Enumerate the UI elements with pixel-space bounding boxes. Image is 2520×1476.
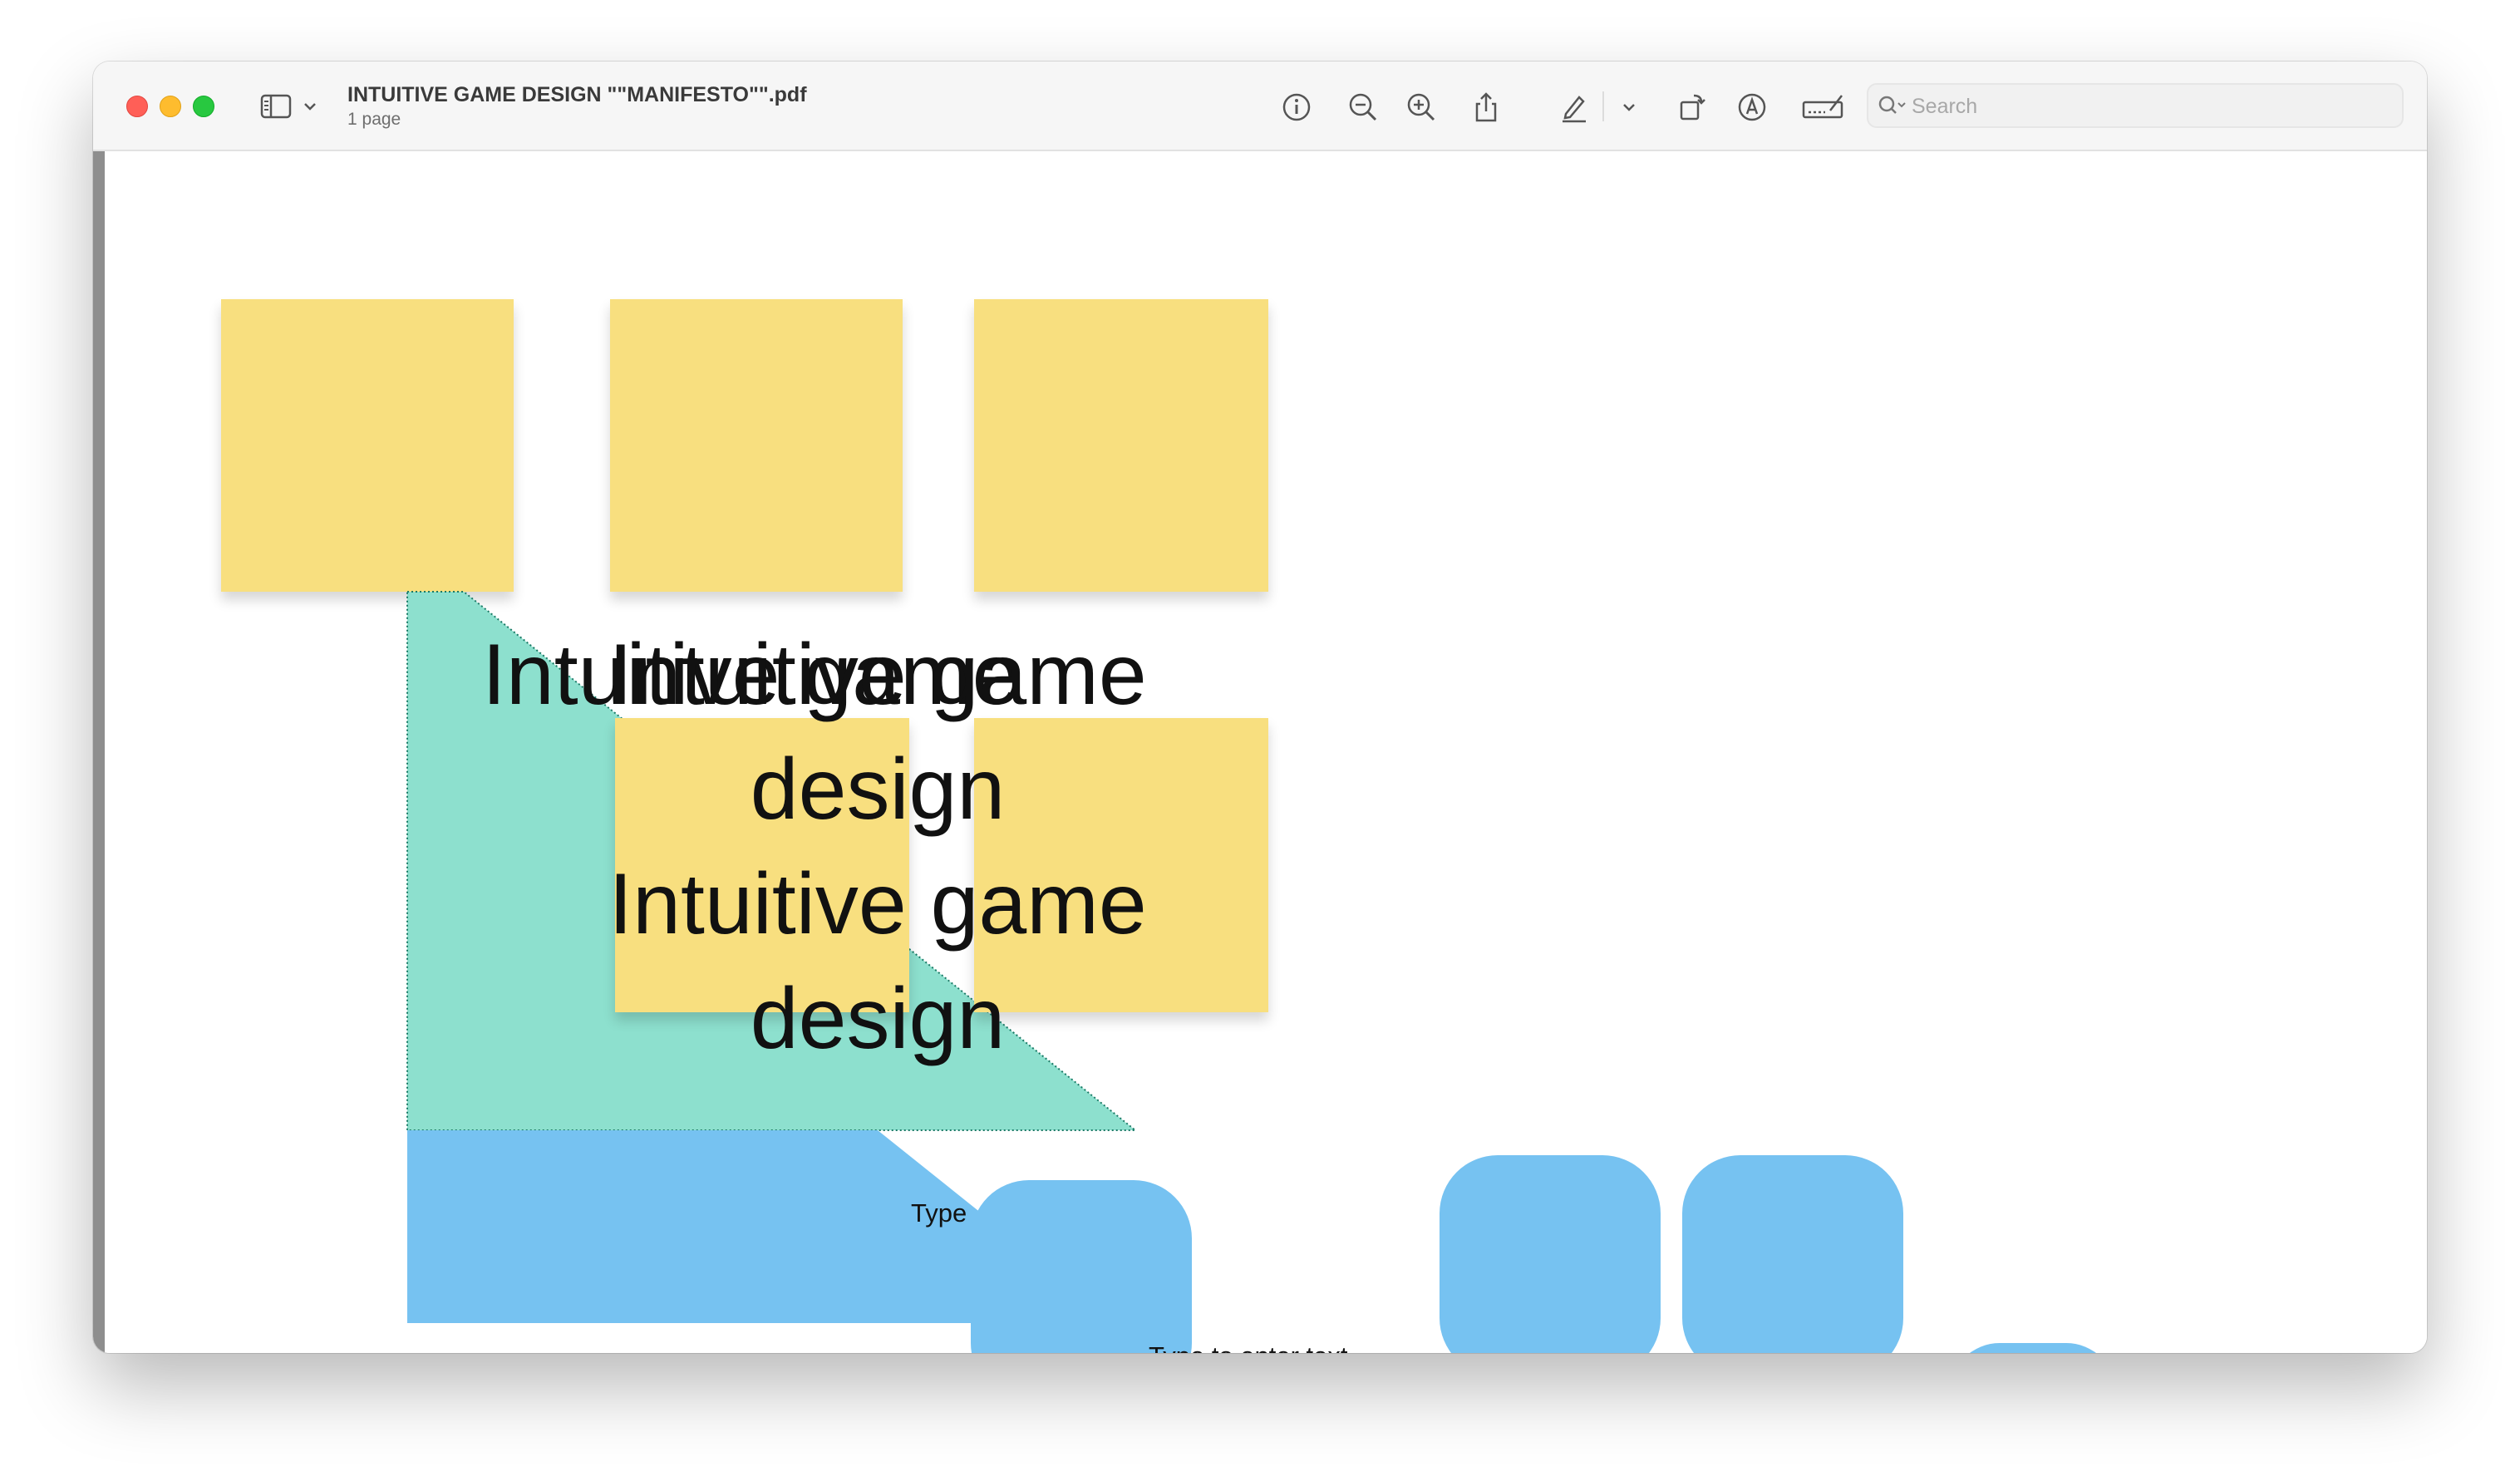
zoom-out-button[interactable] xyxy=(1345,89,1381,125)
rotate-icon xyxy=(1680,94,1705,121)
search-icon xyxy=(1878,96,1906,114)
blue-rounded-shape xyxy=(1440,1155,1661,1353)
highlight-button[interactable] xyxy=(1556,89,1592,125)
title-line-3: Intuitive game xyxy=(608,856,1147,952)
chevron-down-icon xyxy=(1623,104,1635,111)
document-view[interactable]: Intuitive game Intuitive game design Int… xyxy=(93,151,2427,1353)
blue-rounded-shape xyxy=(971,1180,1192,1353)
highlight-options-button[interactable] xyxy=(1611,89,1647,125)
title-line-4: design xyxy=(750,971,1006,1067)
preview-window: INTUITIVE GAME DESIGN ""MANIFESTO"".pdf … xyxy=(93,61,2427,1353)
zoom-in-icon xyxy=(1407,93,1435,121)
clipped-text-box[interactable]: Type t xyxy=(911,1198,972,1232)
text-placeholder[interactable]: Type to enter text xyxy=(1149,1341,1348,1353)
form-fill-button[interactable] xyxy=(1799,89,1848,125)
maximize-button[interactable] xyxy=(193,96,214,117)
share-button[interactable] xyxy=(1468,89,1504,125)
document-title: INTUITIVE GAME DESIGN ""MANIFESTO"".pdf xyxy=(347,83,807,106)
zoom-out-icon xyxy=(1349,93,1377,121)
desktop: INTUITIVE GAME DESIGN ""MANIFESTO"".pdf … xyxy=(0,0,2520,1476)
blue-rounded-shape xyxy=(1682,1155,1903,1353)
pdf-page: Intuitive game Intuitive game design Int… xyxy=(105,151,2427,1353)
page-count: 1 page xyxy=(347,110,401,129)
info-icon xyxy=(1282,93,1311,121)
markup-icon xyxy=(1738,93,1766,121)
info-button[interactable] xyxy=(1278,89,1315,125)
text-placeholder: Type t xyxy=(911,1198,972,1228)
sidebar-icon xyxy=(260,94,292,119)
chevron-down-icon xyxy=(304,103,316,111)
title-line-2: design xyxy=(750,741,1006,838)
signature-icon xyxy=(1802,95,1843,119)
sidebar-toggle-button[interactable] xyxy=(259,91,326,121)
title-line-1: Intuitive game xyxy=(608,627,1147,723)
markup-button[interactable] xyxy=(1734,89,1770,125)
scroll-edge xyxy=(93,151,105,1353)
close-button[interactable] xyxy=(126,96,148,117)
highlight-pen-icon xyxy=(1563,96,1586,123)
search-input[interactable] xyxy=(1910,85,2395,128)
rotate-button[interactable] xyxy=(1674,89,1710,125)
zoom-in-button[interactable] xyxy=(1403,89,1440,125)
minimize-button[interactable] xyxy=(160,96,181,117)
title-bar: INTUITIVE GAME DESIGN ""MANIFESTO"".pdf … xyxy=(93,61,2427,151)
search-field[interactable] xyxy=(1867,83,2404,128)
share-icon xyxy=(1475,92,1497,122)
toolbar-separator xyxy=(1602,91,1604,121)
